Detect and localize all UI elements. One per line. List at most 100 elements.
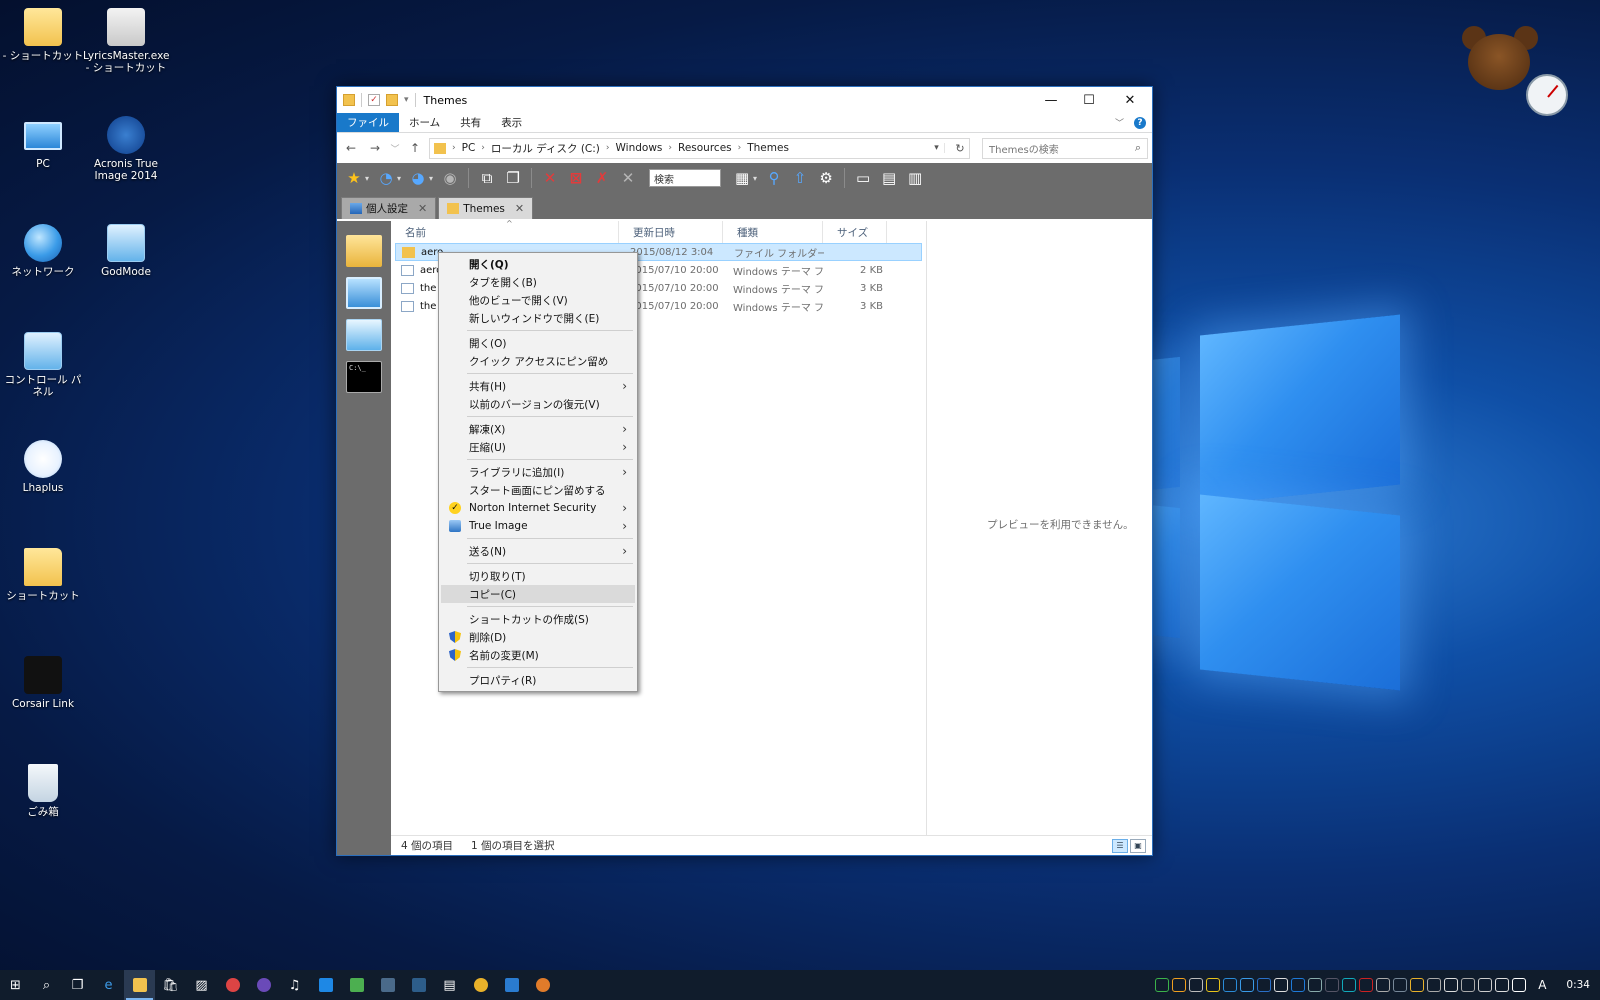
toolbar-search-input[interactable]: 検索 [649,169,722,187]
clone-tab-icon[interactable]: ⧉ [476,167,498,189]
favorites-icon[interactable]: ★ [343,167,365,189]
desktop-icon-godmode[interactable]: GodMode [83,224,169,278]
menu-item[interactable]: クイック アクセスにピン留め [441,352,635,370]
chrome-tray-icon[interactable] [1410,978,1425,992]
task-view-icon[interactable]: ❐ [62,970,93,1000]
address-dropdown-icon[interactable]: ▾ [929,143,945,153]
control-panel-icon[interactable] [346,319,382,351]
menu-item[interactable]: 解凍(X) › [441,420,635,438]
back-history-icon[interactable]: ◔ [375,167,397,189]
close-tab-icon[interactable]: ✕ [539,167,561,189]
menu-item[interactable]: ショートカットの作成(S) [441,610,635,628]
menu-item[interactable]: 他のビューで開く(V) [441,291,635,309]
a-icon[interactable] [1274,978,1289,992]
breadcrumb-themes[interactable]: Themes [747,142,789,154]
start-icon[interactable]: ⊞ [0,970,31,1000]
expand-ribbon-icon[interactable]: ﹀ [1115,116,1124,129]
chrome-app-icon[interactable] [217,970,248,1000]
window-cascade-icon[interactable]: ❐ [502,167,524,189]
recent-dropdown-icon[interactable]: ﹀ [389,142,401,155]
drive-icon[interactable] [1206,978,1221,992]
volume-icon[interactable] [1495,978,1510,992]
forward-history-icon[interactable]: ◕ [407,167,429,189]
menu-item[interactable]: True Image › [441,517,635,535]
menu-item[interactable]: 新しいウィンドウで開く(E) [441,309,635,327]
chrome-icon[interactable] [465,970,496,1000]
tab-themes[interactable]: Themes ✕ [438,197,534,219]
app-icon[interactable] [1240,978,1255,992]
forward-button[interactable]: → [365,141,385,155]
column-type[interactable]: 種類 [723,221,823,243]
explorer-folder-icon[interactable] [346,235,382,267]
menu-item[interactable]: タブを開く(B) [441,273,635,291]
menu-item[interactable]: 切り取り(T) [441,567,635,585]
search-box[interactable]: Themesの検索 ⌕ [982,137,1148,159]
q-icon[interactable] [1172,978,1187,992]
menu-item[interactable]: 共有(H) › [441,377,635,395]
minimize-button[interactable]: — [1032,87,1070,113]
breadcrumb-resources[interactable]: Resources [678,142,732,154]
settings-gear-icon[interactable]: ⚙ [815,167,837,189]
settings-app-icon[interactable] [372,970,403,1000]
menu-item[interactable]: 名前の変更(M) [441,646,635,664]
close-tab-icon[interactable]: ✕ [418,202,427,215]
ime-icon[interactable] [1512,978,1527,992]
close-tab-icon[interactable]: ✕ [515,202,524,215]
pin-icon[interactable]: ⚲ [763,167,785,189]
eye-app-icon[interactable] [248,970,279,1000]
explorer-icon[interactable] [124,970,155,1000]
search-icon[interactable]: ⌕ [31,970,62,1000]
hulu-icon[interactable] [310,970,341,1000]
i-icon[interactable] [1461,978,1476,992]
help-icon[interactable]: ? [1134,116,1146,129]
leaf-app-icon[interactable] [341,970,372,1000]
column-size[interactable]: サイズ [823,221,887,243]
g-icon[interactable] [1393,978,1408,992]
desktop-icon-recycle-bin[interactable]: ごみ箱 [0,764,86,818]
menu-item[interactable]: 圧縮(U) › [441,438,635,456]
maximize-button[interactable]: ☐ [1070,87,1108,113]
itunes-icon[interactable]: ♫ [279,970,310,1000]
store-icon[interactable]: 🛍 [155,970,186,1000]
tab-share[interactable]: 共有 [450,113,491,132]
properties-icon[interactable]: ✓ [368,94,380,106]
column-name[interactable]: 名前 [391,221,619,243]
qat-dropdown-icon[interactable]: ▾ [404,95,409,105]
e-icon[interactable] [1359,978,1374,992]
bear-clock-gadget[interactable] [1462,26,1568,116]
menu-item[interactable]: 削除(D) [441,628,635,646]
menu-item[interactable]: 以前のバージョンの復元(V) [441,395,635,413]
window-app-icon[interactable] [403,970,434,1000]
desktop-icon-control-panel[interactable]: コントロール パネル [0,332,86,398]
menu-item[interactable]: 開く(Q) [441,255,635,273]
steam-icon[interactable] [1325,978,1340,992]
bag-icon[interactable] [1189,978,1204,992]
dropbox-icon[interactable] [1223,978,1238,992]
tab-personalize[interactable]: 個人設定 ✕ [341,197,437,219]
b-icon[interactable] [1291,978,1306,992]
refresh-icon[interactable]: ↻ [951,142,969,155]
column-date[interactable]: 更新日時 [619,221,723,243]
menu-item[interactable]: ✓ Norton Internet Security › [441,499,635,517]
close-other-tabs-icon[interactable]: ⊠ [565,167,587,189]
desktop-icon-shortcut-user[interactable]: - ショートカット [0,8,86,62]
desktop-icon-corsair[interactable]: Corsair Link [0,656,86,710]
tab-file[interactable]: ファイル [337,113,399,132]
remote-icon[interactable] [496,970,527,1000]
close-button[interactable]: ✕ [1108,87,1152,113]
address-bar[interactable]: › PC › ローカル ディスク (C:) › Windows › Resour… [429,137,970,159]
f-icon[interactable] [1376,978,1391,992]
large-icons-view-icon[interactable]: ▣ [1130,838,1146,853]
menu-item[interactable]: ライブラリに追加(I) › [441,463,635,481]
breadcrumb-pc[interactable]: PC [462,142,476,154]
onedrive-icon[interactable] [1444,978,1459,992]
up-folder-icon[interactable]: ⇧ [789,167,811,189]
layout-top-icon[interactable]: ▤ [878,167,900,189]
details-view-icon[interactable]: ☰ [1112,838,1128,853]
breadcrumb-windows[interactable]: Windows [616,142,663,154]
menu-item[interactable]: プロパティ(R) [441,671,635,689]
chrome-canary-icon[interactable] [527,970,558,1000]
desktop-icon-acronis[interactable]: Acronis True Image 2014 [83,116,169,182]
desktop-icon-lyricsmaster[interactable]: LyricsMaster.exe - ショートカット [83,8,169,74]
back-button[interactable]: ← [341,141,361,155]
